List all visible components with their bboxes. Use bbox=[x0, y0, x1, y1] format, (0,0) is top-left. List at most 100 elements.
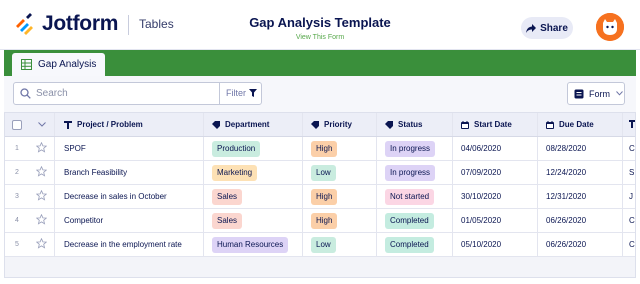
chevron-down-icon bbox=[37, 122, 46, 127]
cell-department[interactable]: Production bbox=[204, 137, 303, 160]
cell-overflow[interactable]: S bbox=[623, 161, 635, 184]
cell-start-date[interactable]: 05/10/2020 bbox=[453, 233, 538, 256]
star-icon bbox=[35, 165, 48, 179]
table-row[interactable]: 2 Branch Feasibility Marketing Low In progre… bbox=[5, 161, 635, 185]
cell-status[interactable]: In progress bbox=[377, 137, 453, 160]
cell-overflow[interactable]: C bbox=[623, 233, 635, 256]
department-badge: Human Resources bbox=[212, 236, 289, 253]
department-badge: Production bbox=[212, 140, 261, 157]
header-divider bbox=[128, 15, 129, 35]
priority-badge: High bbox=[311, 188, 338, 205]
priority-badge: Low bbox=[311, 236, 336, 253]
cell-project[interactable]: Decrease in sales in October bbox=[55, 185, 204, 208]
search-input[interactable]: Search Filter bbox=[13, 82, 262, 105]
row-number[interactable]: 5 bbox=[5, 233, 29, 256]
title-block: Gap Analysis Template View This Form bbox=[220, 15, 420, 41]
cell-priority[interactable]: Low bbox=[303, 233, 377, 256]
app-name[interactable]: Tables bbox=[139, 17, 174, 31]
cell-overflow[interactable]: C bbox=[623, 209, 635, 232]
column-header-start-date[interactable]: Start Date bbox=[453, 113, 538, 136]
cell-due-date[interactable]: 12/31/2020 bbox=[538, 185, 623, 208]
jotform-logo[interactable]: Jotform bbox=[14, 12, 118, 36]
cell-department[interactable]: Human Resources bbox=[204, 233, 303, 256]
view-form-link[interactable]: View This Form bbox=[220, 34, 420, 41]
share-label: Share bbox=[540, 22, 568, 34]
cell-project[interactable]: Branch Feasibility bbox=[55, 161, 204, 184]
header-options[interactable] bbox=[29, 113, 55, 136]
department-badge: Sales bbox=[212, 212, 243, 229]
cell-overflow[interactable]: J bbox=[623, 185, 635, 208]
cell-status[interactable]: Completed bbox=[377, 209, 453, 232]
status-badge: Completed bbox=[385, 212, 434, 229]
status-badge: In progress bbox=[385, 140, 436, 157]
calendar-icon bbox=[546, 120, 554, 129]
status-badge: Completed bbox=[385, 236, 434, 253]
cell-due-date[interactable]: 12/24/2020 bbox=[538, 161, 623, 184]
status-badge: In progress bbox=[385, 164, 436, 181]
star-button[interactable] bbox=[29, 137, 55, 160]
column-header-due-date[interactable]: Due Date bbox=[538, 113, 623, 136]
row-number[interactable]: 1 bbox=[5, 137, 29, 160]
cell-start-date[interactable]: 04/06/2020 bbox=[453, 137, 538, 160]
cell-department[interactable]: Marketing bbox=[204, 161, 303, 184]
table-row[interactable]: 4 Competitor Sales High Completed 01/05/2020 0… bbox=[5, 209, 635, 233]
star-button[interactable] bbox=[29, 233, 55, 256]
cell-project[interactable]: SPOF bbox=[55, 137, 204, 160]
priority-badge: High bbox=[311, 212, 338, 229]
filter-divider bbox=[219, 83, 220, 104]
cell-overflow[interactable]: C bbox=[623, 137, 635, 160]
cell-due-date[interactable]: 06/26/2020 bbox=[538, 233, 623, 256]
cell-priority[interactable]: High bbox=[303, 209, 377, 232]
cell-status[interactable]: Not started bbox=[377, 185, 453, 208]
form-dropdown[interactable]: Form bbox=[567, 82, 625, 105]
text-type-icon bbox=[64, 120, 72, 129]
filter-label: Filter bbox=[226, 88, 246, 98]
tab-gap-analysis[interactable]: Gap Analysis bbox=[12, 53, 105, 76]
cell-start-date[interactable]: 30/10/2020 bbox=[453, 185, 538, 208]
star-button[interactable] bbox=[29, 161, 55, 184]
cell-due-date[interactable]: 08/28/2020 bbox=[538, 137, 623, 160]
row-number[interactable]: 4 bbox=[5, 209, 29, 232]
cell-priority[interactable]: High bbox=[303, 185, 377, 208]
tab-label: Gap Analysis bbox=[38, 59, 97, 70]
filter-funnel-icon bbox=[249, 89, 257, 97]
column-header-project[interactable]: Project / Problem bbox=[55, 113, 204, 136]
avatar[interactable] bbox=[596, 13, 624, 41]
search-placeholder: Search bbox=[36, 88, 68, 99]
table-row[interactable]: 1 SPOF Production High In progress 04/06/2020… bbox=[5, 137, 635, 161]
cell-project[interactable]: Decrease in the employment rate bbox=[55, 233, 204, 256]
cell-due-date[interactable]: 06/26/2020 bbox=[538, 209, 623, 232]
tag-icon bbox=[385, 120, 393, 129]
status-badge: Not started bbox=[385, 188, 435, 205]
toolbar: Search Filter Form bbox=[4, 76, 636, 112]
cell-priority[interactable]: High bbox=[303, 137, 377, 160]
star-button[interactable] bbox=[29, 209, 55, 232]
cell-department[interactable]: Sales bbox=[204, 185, 303, 208]
star-icon bbox=[35, 189, 48, 203]
jotform-logo-icon bbox=[14, 13, 36, 35]
share-button[interactable]: Share bbox=[521, 17, 573, 39]
calendar-icon bbox=[461, 120, 469, 129]
table-row[interactable]: 5 Decrease in the employment rate Human Re… bbox=[5, 233, 635, 257]
row-number[interactable]: 2 bbox=[5, 161, 29, 184]
user-avatar-icon bbox=[596, 13, 624, 41]
cell-status[interactable]: In progress bbox=[377, 161, 453, 184]
document-title[interactable]: Gap Analysis Template bbox=[220, 15, 420, 30]
column-header-priority[interactable]: Priority bbox=[303, 113, 377, 136]
filter-button[interactable]: Filter bbox=[226, 88, 257, 98]
select-all-checkbox[interactable] bbox=[5, 113, 29, 136]
star-button[interactable] bbox=[29, 185, 55, 208]
cell-priority[interactable]: Low bbox=[303, 161, 377, 184]
cell-status[interactable]: Completed bbox=[377, 233, 453, 256]
cell-project[interactable]: Competitor bbox=[55, 209, 204, 232]
column-header-status[interactable]: Status bbox=[377, 113, 453, 136]
table-row[interactable]: 3 Decrease in sales in October Sales High No… bbox=[5, 185, 635, 209]
cell-start-date[interactable]: 07/09/2020 bbox=[453, 161, 538, 184]
column-header-overflow[interactable] bbox=[623, 113, 635, 136]
cell-department[interactable]: Sales bbox=[204, 209, 303, 232]
cell-start-date[interactable]: 01/05/2020 bbox=[453, 209, 538, 232]
star-icon bbox=[35, 141, 48, 155]
tag-icon bbox=[311, 120, 319, 129]
row-number[interactable]: 3 bbox=[5, 185, 29, 208]
column-header-department[interactable]: Department bbox=[204, 113, 303, 136]
